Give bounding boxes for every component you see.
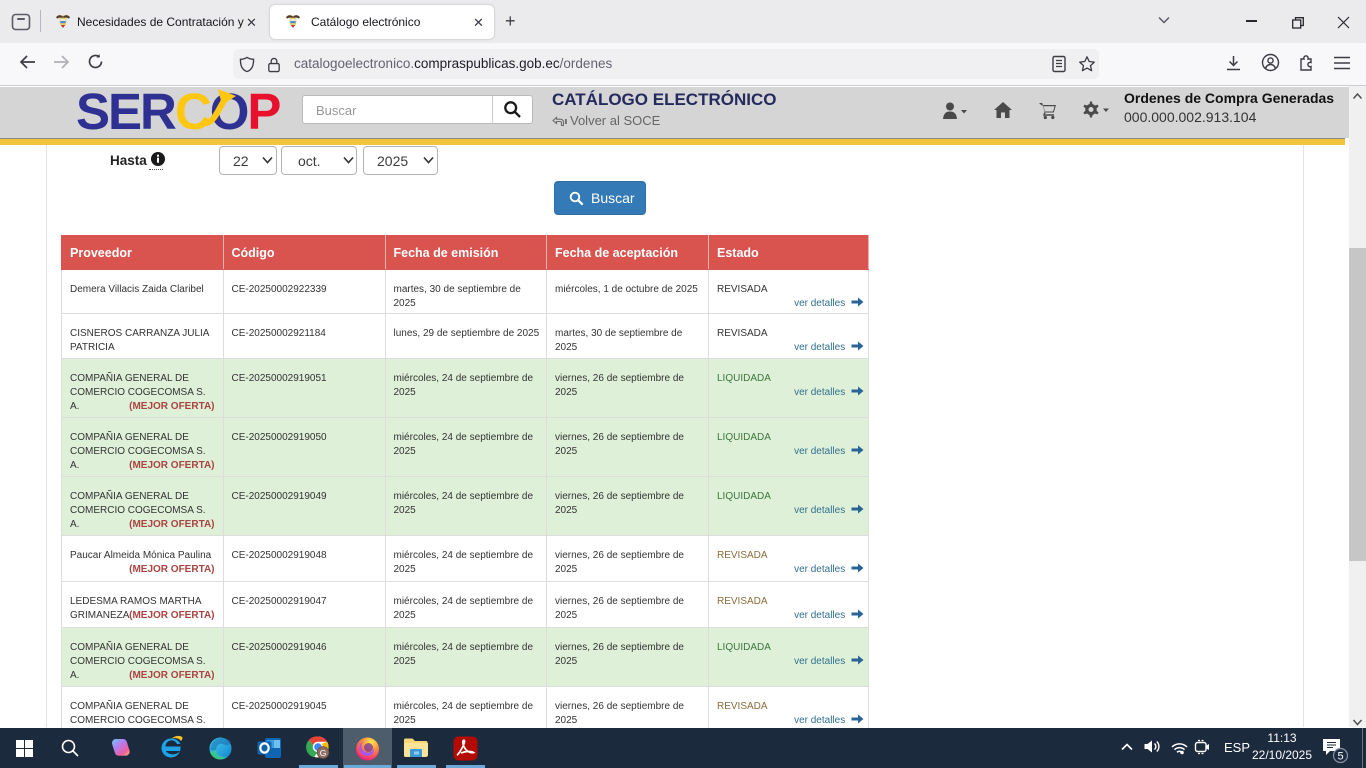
svg-text:G: G bbox=[319, 748, 326, 758]
svg-text:5: 5 bbox=[1337, 751, 1343, 763]
